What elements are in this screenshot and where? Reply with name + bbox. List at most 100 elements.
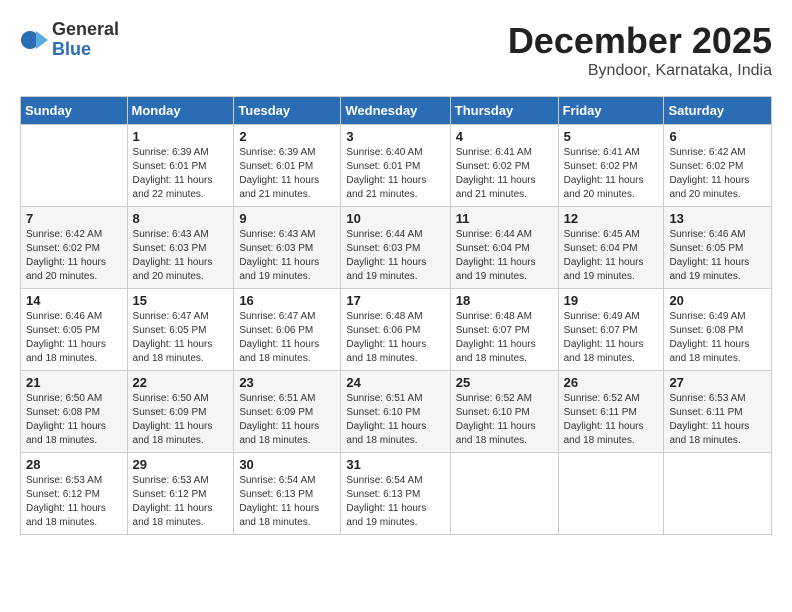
day-info: Sunrise: 6:42 AM Sunset: 6:02 PM Dayligh… xyxy=(26,228,122,284)
calendar-cell: 23 Sunrise: 6:51 AM Sunset: 6:09 PM Dayli… xyxy=(234,371,341,453)
day-info: Sunrise: 6:39 AM Sunset: 6:01 PM Dayligh… xyxy=(133,146,229,202)
calendar-cell: 31 Sunrise: 6:54 AM Sunset: 6:13 PM Dayli… xyxy=(341,453,450,535)
day-info: Sunrise: 6:49 AM Sunset: 6:08 PM Dayligh… xyxy=(669,310,766,366)
day-info: Sunrise: 6:47 AM Sunset: 6:06 PM Dayligh… xyxy=(239,310,335,366)
day-info: Sunrise: 6:46 AM Sunset: 6:05 PM Dayligh… xyxy=(26,310,122,366)
calendar-cell: 20 Sunrise: 6:49 AM Sunset: 6:08 PM Dayli… xyxy=(664,289,772,371)
day-info: Sunrise: 6:40 AM Sunset: 6:01 PM Dayligh… xyxy=(346,146,444,202)
calendar-cell: 10Sunrise: 6:44 AM Sunset: 6:03 PM Dayli… xyxy=(341,207,450,289)
day-info: Sunrise: 6:47 AM Sunset: 6:05 PM Dayligh… xyxy=(133,310,229,366)
day-number: 14 xyxy=(26,293,122,308)
week-row-5: 28 Sunrise: 6:53 AM Sunset: 6:12 PM Dayli… xyxy=(21,453,772,535)
day-number: 4 xyxy=(456,129,553,144)
week-row-1: 1 Sunrise: 6:39 AM Sunset: 6:01 PM Daylig… xyxy=(21,125,772,207)
calendar-cell: 8 Sunrise: 6:43 AM Sunset: 6:03 PM Daylig… xyxy=(127,207,234,289)
day-info: Sunrise: 6:53 AM Sunset: 6:11 PM Dayligh… xyxy=(669,392,766,448)
day-number: 20 xyxy=(669,293,766,308)
calendar-cell: 21Sunrise: 6:50 AM Sunset: 6:08 PM Dayli… xyxy=(21,371,128,453)
calendar-body: 1 Sunrise: 6:39 AM Sunset: 6:01 PM Daylig… xyxy=(21,125,772,535)
day-info: Sunrise: 6:44 AM Sunset: 6:04 PM Dayligh… xyxy=(456,228,553,284)
day-number: 24 xyxy=(346,375,444,390)
calendar-cell: 4 Sunrise: 6:41 AM Sunset: 6:02 PM Daylig… xyxy=(450,125,558,207)
calendar-cell: 9 Sunrise: 6:43 AM Sunset: 6:03 PM Daylig… xyxy=(234,207,341,289)
day-number: 13 xyxy=(669,211,766,226)
day-number: 30 xyxy=(239,457,335,472)
calendar-cell: 18Sunrise: 6:48 AM Sunset: 6:07 PM Dayli… xyxy=(450,289,558,371)
calendar-cell: 14 Sunrise: 6:46 AM Sunset: 6:05 PM Dayli… xyxy=(21,289,128,371)
day-number: 16 xyxy=(239,293,335,308)
day-number: 7 xyxy=(26,211,122,226)
day-info: Sunrise: 6:46 AM Sunset: 6:05 PM Dayligh… xyxy=(669,228,766,284)
day-info: Sunrise: 6:50 AM Sunset: 6:09 PM Dayligh… xyxy=(133,392,229,448)
calendar-cell: 6Sunrise: 6:42 AM Sunset: 6:02 PM Daylig… xyxy=(664,125,772,207)
day-info: Sunrise: 6:54 AM Sunset: 6:13 PM Dayligh… xyxy=(239,474,335,530)
day-number: 23 xyxy=(239,375,335,390)
logo-general: General xyxy=(52,20,119,40)
day-info: Sunrise: 6:48 AM Sunset: 6:07 PM Dayligh… xyxy=(456,310,553,366)
day-number: 26 xyxy=(564,375,659,390)
day-info: Sunrise: 6:52 AM Sunset: 6:10 PM Dayligh… xyxy=(456,392,553,448)
calendar-cell: 22 Sunrise: 6:50 AM Sunset: 6:09 PM Dayli… xyxy=(127,371,234,453)
month-title: December 2025 xyxy=(508,20,772,62)
calendar-cell: 28Sunrise: 6:53 AM Sunset: 6:12 PM Dayli… xyxy=(21,453,128,535)
day-info: Sunrise: 6:43 AM Sunset: 6:03 PM Dayligh… xyxy=(239,228,335,284)
day-info: Sunrise: 6:39 AM Sunset: 6:01 PM Dayligh… xyxy=(239,146,335,202)
day-info: Sunrise: 6:41 AM Sunset: 6:02 PM Dayligh… xyxy=(456,146,553,202)
calendar-cell: 30 Sunrise: 6:54 AM Sunset: 6:13 PM Dayli… xyxy=(234,453,341,535)
day-info: Sunrise: 6:49 AM Sunset: 6:07 PM Dayligh… xyxy=(564,310,659,366)
day-number: 25 xyxy=(456,375,553,390)
day-number: 15 xyxy=(133,293,229,308)
day-number: 28 xyxy=(26,457,122,472)
title-block: December 2025 Byndoor, Karnataka, India xyxy=(508,20,772,80)
day-number: 22 xyxy=(133,375,229,390)
calendar-cell: 5 Sunrise: 6:41 AM Sunset: 6:02 PM Daylig… xyxy=(558,125,664,207)
calendar-table: SundayMondayTuesdayWednesdayThursdayFrid… xyxy=(20,96,772,535)
calendar-cell xyxy=(450,453,558,535)
calendar-cell xyxy=(21,125,128,207)
day-number: 10 xyxy=(346,211,444,226)
calendar-cell: 27 Sunrise: 6:53 AM Sunset: 6:11 PM Dayli… xyxy=(664,371,772,453)
day-number: 1 xyxy=(133,129,229,144)
day-info: Sunrise: 6:41 AM Sunset: 6:02 PM Dayligh… xyxy=(564,146,659,202)
day-of-week-monday: Monday xyxy=(127,97,234,125)
day-info: Sunrise: 6:53 AM Sunset: 6:12 PM Dayligh… xyxy=(133,474,229,530)
day-number: 19 xyxy=(564,293,659,308)
week-row-3: 14 Sunrise: 6:46 AM Sunset: 6:05 PM Dayli… xyxy=(21,289,772,371)
day-number: 2 xyxy=(239,129,335,144)
logo-text: General Blue xyxy=(52,20,119,60)
day-info: Sunrise: 6:52 AM Sunset: 6:11 PM Dayligh… xyxy=(564,392,659,448)
calendar-header-row: SundayMondayTuesdayWednesdayThursdayFrid… xyxy=(21,97,772,125)
day-info: Sunrise: 6:43 AM Sunset: 6:03 PM Dayligh… xyxy=(133,228,229,284)
day-number: 17 xyxy=(346,293,444,308)
logo-icon xyxy=(20,26,48,54)
day-number: 3 xyxy=(346,129,444,144)
day-of-week-thursday: Thursday xyxy=(450,97,558,125)
calendar-cell: 1 Sunrise: 6:39 AM Sunset: 6:01 PM Daylig… xyxy=(127,125,234,207)
day-info: Sunrise: 6:51 AM Sunset: 6:09 PM Dayligh… xyxy=(239,392,335,448)
day-info: Sunrise: 6:42 AM Sunset: 6:02 PM Dayligh… xyxy=(669,146,766,202)
calendar-cell: 11Sunrise: 6:44 AM Sunset: 6:04 PM Dayli… xyxy=(450,207,558,289)
calendar-cell: 12Sunrise: 6:45 AM Sunset: 6:04 PM Dayli… xyxy=(558,207,664,289)
day-number: 8 xyxy=(133,211,229,226)
calendar-cell: 24 Sunrise: 6:51 AM Sunset: 6:10 PM Dayli… xyxy=(341,371,450,453)
day-number: 5 xyxy=(564,129,659,144)
day-of-week-saturday: Saturday xyxy=(664,97,772,125)
day-number: 29 xyxy=(133,457,229,472)
calendar-cell: 15 Sunrise: 6:47 AM Sunset: 6:05 PM Dayli… xyxy=(127,289,234,371)
calendar-cell: 19 Sunrise: 6:49 AM Sunset: 6:07 PM Dayli… xyxy=(558,289,664,371)
day-number: 12 xyxy=(564,211,659,226)
calendar-cell: 29 Sunrise: 6:53 AM Sunset: 6:12 PM Dayli… xyxy=(127,453,234,535)
day-number: 9 xyxy=(239,211,335,226)
day-number: 31 xyxy=(346,457,444,472)
day-of-week-sunday: Sunday xyxy=(21,97,128,125)
calendar-cell: 3 Sunrise: 6:40 AM Sunset: 6:01 PM Daylig… xyxy=(341,125,450,207)
day-info: Sunrise: 6:50 AM Sunset: 6:08 PM Dayligh… xyxy=(26,392,122,448)
day-number: 27 xyxy=(669,375,766,390)
calendar-cell: 2 Sunrise: 6:39 AM Sunset: 6:01 PM Daylig… xyxy=(234,125,341,207)
week-row-2: 7 Sunrise: 6:42 AM Sunset: 6:02 PM Daylig… xyxy=(21,207,772,289)
day-info: Sunrise: 6:51 AM Sunset: 6:10 PM Dayligh… xyxy=(346,392,444,448)
calendar-cell: 17Sunrise: 6:48 AM Sunset: 6:06 PM Dayli… xyxy=(341,289,450,371)
logo-blue: Blue xyxy=(52,40,119,60)
day-info: Sunrise: 6:54 AM Sunset: 6:13 PM Dayligh… xyxy=(346,474,444,530)
day-of-week-tuesday: Tuesday xyxy=(234,97,341,125)
